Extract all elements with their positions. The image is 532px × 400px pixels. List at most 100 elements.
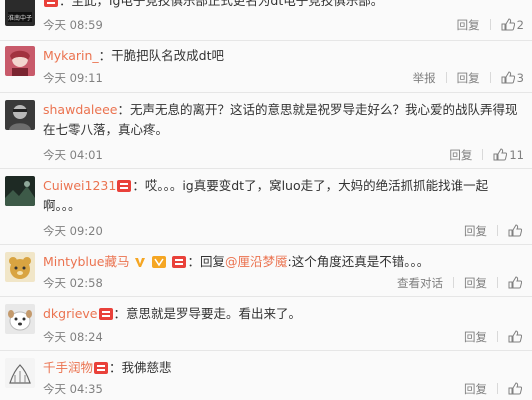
comment-item: Mintyblue藏马 ：回复@厘沿梦魇:这个角度还真是不错。。。 今天 02:… [0,244,532,297]
comment-text: ：我佛慈悲 [109,360,172,375]
username-link[interactable]: Cuiwei1231 [43,178,116,193]
divider [482,149,484,160]
username-link[interactable]: shawdaleee [43,102,117,117]
comment-meta: 今天 08:24 回复 [43,329,524,345]
avatar[interactable] [5,176,35,206]
avatar[interactable] [5,252,35,282]
divider [453,277,454,288]
reply-button[interactable]: 回复 [464,382,487,396]
username-link[interactable]: 千手润物 [43,360,93,375]
reply-button[interactable]: 回复 [457,18,480,32]
divider [497,277,498,288]
avatar[interactable] [5,358,35,388]
mention-link[interactable]: @厘沿梦魇 [225,254,288,269]
red-member-badge-icon [117,180,132,192]
comment-meta: 今天 08:59 回复 2 [43,17,524,33]
thumbs-up-icon [508,276,523,289]
thumbs-up-icon [501,71,515,84]
like-button[interactable]: 2 [501,18,524,32]
username-link[interactable]: Mykarin_ [43,48,99,63]
comment-text-prefix: ：回复 [187,254,225,269]
divider [497,225,498,236]
divider [497,331,498,342]
comment-actions: 查看对话 回复 [397,275,524,291]
like-button[interactable] [508,330,524,344]
like-count: 11 [509,148,524,162]
comment-item: shawdaleee：无声无息的离开？这话的意思就是祝罗导走好么？我心爱的战队弄… [0,92,532,169]
comment-actions: 回复 [464,329,524,345]
comment-meta: 今天 09:20 回复 [43,223,524,239]
thumbs-up-icon [493,148,508,161]
svg-text:淮南中子: 淮南中子 [8,14,32,22]
comment-actions: 回复 2 [457,17,524,33]
timestamp: 今天 04:01 [43,148,103,162]
comment-content: Mykarin_：干脆把队名改成dt吧 [43,46,522,66]
timestamp: 今天 09:20 [43,224,103,238]
timestamp: 今天 04:35 [43,382,103,396]
comment-item: Mykarin_：干脆把队名改成dt吧 今天 09:11 举报 回复 3 [0,40,532,93]
comment-content: dkgrieve ：意思就是罗导要走。看出来了。 [43,304,522,324]
timestamp: 今天 08:24 [43,330,103,344]
comment-feed: 淮南中子 ：至此，ig电子竞技俱乐部正式更名为dt电子竞技俱乐部。 今天 08:… [0,0,532,400]
username-link[interactable]: Mintyblue藏马 [43,254,130,269]
username-link[interactable]: dkgrieve [43,306,98,321]
avatar[interactable]: 淮南中子 [5,0,35,26]
comment-meta: 今天 04:01 回复 11 [43,147,524,163]
comment-text-suffix: :这个角度还真是不错。。。 [287,254,430,269]
comment-actions: 举报 回复 3 [413,70,524,86]
timestamp: 今天 02:58 [43,276,103,290]
like-button[interactable]: 11 [493,148,524,162]
red-member-badge-icon [94,362,109,374]
comment-text: ：至此，ig电子竞技俱乐部正式更名为dt电子竞技俱乐部。 [59,0,384,8]
comment-content: ：至此，ig电子竞技俱乐部正式更名为dt电子竞技俱乐部。 [43,0,522,11]
avatar-image [5,100,35,130]
avatar-image [5,252,35,282]
avatar[interactable] [5,304,35,334]
comment-meta: 今天 02:58 查看对话 回复 [43,275,524,291]
thumbs-up-icon [501,18,515,31]
vip-level-icon [152,256,167,268]
divider [489,19,491,30]
like-button[interactable] [508,382,524,396]
comment-item: 千手润物 ：我佛慈悲 今天 04:35 回复 [0,350,532,400]
comment-content: shawdaleee：无声无息的离开？这话的意思就是祝罗导走好么？我心爱的战队弄… [43,100,522,140]
view-dialog-button[interactable]: 查看对话 [397,276,443,290]
avatar[interactable] [5,100,35,130]
red-member-badge-icon [44,0,58,7]
comment-actions: 回复 [464,381,524,397]
reply-button[interactable]: 回复 [457,71,480,85]
comment-actions: 回复 [464,223,524,239]
comment-content: 千手润物 ：我佛慈悲 [43,358,522,378]
like-button[interactable] [508,224,524,238]
comment-content: Mintyblue藏马 ：回复@厘沿梦魇:这个角度还真是不错。。。 [43,252,522,272]
yellow-v-icon [135,258,146,267]
like-count: 3 [516,71,524,85]
thumbs-up-icon [508,382,523,395]
comment-content: Cuiwei1231 ：哎。。。ig真要变dt了，窝luo走了，大妈的绝活抓抓能找… [43,176,522,216]
red-member-badge-icon [98,308,113,320]
reply-button[interactable]: 回复 [464,330,487,344]
thumbs-up-icon [508,224,523,237]
avatar-image [5,176,35,206]
like-button[interactable] [508,276,524,290]
comment-text: ：干脆把队名改成dt吧 [98,48,224,63]
comment-text: ：意思就是罗导要走。看出来了。 [113,306,302,321]
reply-button[interactable]: 回复 [464,224,487,238]
avatar-image [5,304,35,334]
divider [489,72,491,83]
report-button[interactable]: 举报 [413,71,436,85]
comment-item: Cuiwei1231 ：哎。。。ig真要变dt了，窝luo走了，大妈的绝活抓抓能找… [0,168,532,245]
divider [497,383,498,394]
avatar[interactable] [5,46,35,76]
divider [445,72,447,83]
avatar-image [5,46,35,76]
comment-item: dkgrieve ：意思就是罗导要走。看出来了。 今天 08:24 回复 [0,296,532,351]
reply-button[interactable]: 回复 [464,276,487,290]
avatar-image [5,358,35,388]
timestamp: 今天 08:59 [43,18,103,32]
comment-meta: 今天 09:11 举报 回复 3 [43,70,524,86]
comment-meta: 今天 04:35 回复 [43,381,524,397]
comment-item: 淮南中子 ：至此，ig电子竞技俱乐部正式更名为dt电子竞技俱乐部。 今天 08:… [0,0,532,41]
reply-button[interactable]: 回复 [449,148,472,162]
like-button[interactable]: 3 [501,71,524,85]
